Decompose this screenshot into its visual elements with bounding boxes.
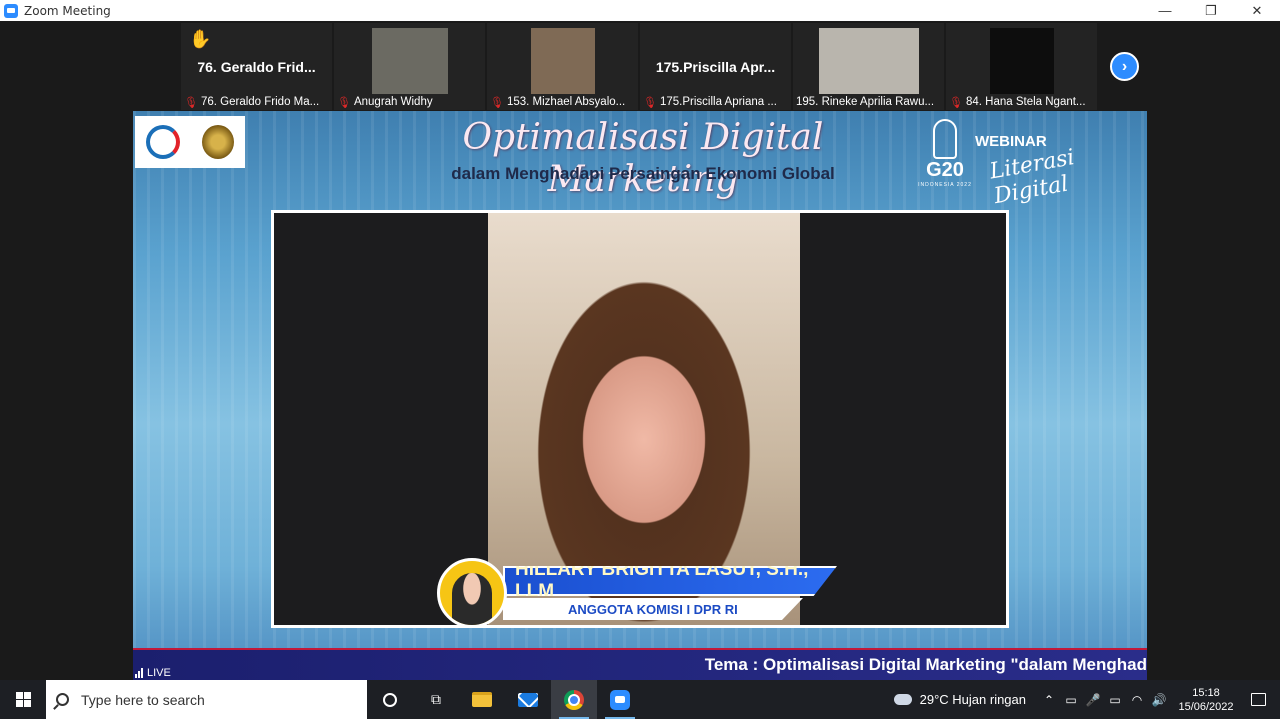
- participant-tile[interactable]: 🎙 153. Mizhael Absyalo...: [487, 23, 638, 110]
- close-button[interactable]: ✕: [1234, 0, 1280, 21]
- live-label: LIVE: [147, 667, 171, 679]
- ticker-bar: Tema : Optimalisasi Digital Marketing "d…: [133, 648, 1147, 680]
- participant-label: 🎙 84. Hana Stela Ngant...: [949, 94, 1094, 110]
- participant-label-text: 76. Geraldo Frido Ma...: [200, 96, 320, 108]
- mail-button[interactable]: [505, 680, 551, 719]
- taskbar-clock[interactable]: 15:18 15/06/2022: [1176, 686, 1236, 714]
- next-page-button[interactable]: ›: [1110, 52, 1139, 81]
- wifi-icon[interactable]: ◠: [1126, 693, 1148, 707]
- banner-headline: Optimalisasi Digital Marketing: [462, 117, 824, 200]
- live-indicator: LIVE: [135, 665, 171, 680]
- mail-icon: [518, 692, 538, 707]
- kominfo-logo-icon: [146, 125, 180, 159]
- meet-now-icon[interactable]: ▭: [1060, 693, 1082, 707]
- window-title: Zoom Meeting: [24, 3, 111, 18]
- chrome-button[interactable]: [551, 680, 597, 719]
- folder-icon: [472, 692, 492, 707]
- task-view-icon: ⧉: [431, 691, 441, 707]
- participant-tile[interactable]: ✋ 76. Geraldo Frid... 🎙 76. Geraldo Frido…: [181, 23, 332, 110]
- dpr-emblem-icon: [202, 125, 234, 159]
- participant-video: [530, 28, 595, 94]
- signal-bars-icon: [135, 668, 143, 678]
- participant-tile[interactable]: 195. Rineke Aprilia Rawu...: [793, 23, 944, 110]
- title-bar: Zoom Meeting — ❐ ✕: [0, 0, 1280, 21]
- participant-strip: ✋ 76. Geraldo Frid... 🎙 76. Geraldo Frido…: [181, 23, 1097, 110]
- participant-video: [989, 28, 1054, 94]
- participant-name-large: 76. Geraldo Frid...: [197, 59, 316, 75]
- restore-button[interactable]: ❐: [1188, 0, 1234, 21]
- participant-label-text: 153. Mizhael Absyalo...: [506, 96, 626, 108]
- task-view-button[interactable]: ⧉: [413, 680, 459, 719]
- participant-label: 🎙 175.Priscilla Apriana ...: [643, 94, 788, 110]
- participant-tile[interactable]: 🎙 84. Hana Stela Ngant...: [946, 23, 1097, 110]
- participant-label: 🎙 76. Geraldo Frido Ma...: [184, 94, 329, 110]
- zoom-icon: [610, 689, 630, 710]
- cortana-button[interactable]: [367, 680, 413, 719]
- muted-mic-icon: 🎙: [337, 96, 351, 109]
- notification-icon: [1250, 693, 1266, 706]
- taskbar-search[interactable]: Type here to search: [46, 680, 367, 719]
- muted-mic-icon: 🎙: [184, 96, 198, 109]
- g20-emblem-icon: [933, 119, 957, 159]
- search-placeholder: Type here to search: [81, 691, 205, 708]
- speaker-role: ANGGOTA KOMISI I DPR RI: [503, 598, 803, 620]
- g20-subtext: INDONESIA 2022: [918, 182, 972, 188]
- zoom-taskbar-button[interactable]: [597, 680, 643, 719]
- volume-icon[interactable]: 🔊: [1148, 693, 1170, 707]
- raised-hand-icon: ✋: [189, 29, 212, 49]
- rain-cloud-icon: [893, 694, 912, 705]
- participant-label: 195. Rineke Aprilia Rawu...: [796, 94, 941, 110]
- window-controls: — ❐ ✕: [1142, 0, 1280, 21]
- clock-time: 15:18: [1192, 686, 1220, 699]
- chevron-up-icon[interactable]: ⌃: [1038, 693, 1060, 707]
- chrome-icon: [564, 689, 584, 710]
- speaker-avatar: [437, 558, 507, 628]
- participant-tile[interactable]: 175.Priscilla Apr... 🎙 175.Priscilla Apri…: [640, 23, 791, 110]
- meeting-area: ✋ 76. Geraldo Frid... 🎙 76. Geraldo Frido…: [0, 21, 1280, 680]
- participant-video: [371, 28, 448, 94]
- weather-text: 29°C Hujan ringan: [919, 692, 1026, 707]
- g20-logo: G20 INDONESIA 2022: [917, 119, 973, 188]
- participant-label-text: 84. Hana Stela Ngant...: [965, 96, 1086, 108]
- windows-taskbar: Type here to search ⧉ 29°C Hujan ringan …: [0, 680, 1280, 719]
- participant-label: 🎙 153. Mizhael Absyalo...: [490, 94, 635, 110]
- participant-tile[interactable]: 🎙 Anugrah Widhy: [334, 23, 485, 110]
- participant-label: 🎙 Anugrah Widhy: [337, 94, 482, 110]
- active-speaker-video: Optimalisasi Digital Marketing dalam Men…: [133, 111, 1147, 680]
- file-explorer-button[interactable]: [459, 680, 505, 719]
- participant-label-text: 175.Priscilla Apriana ...: [659, 96, 777, 108]
- search-icon: [56, 693, 69, 706]
- muted-mic-icon: 🎙: [490, 96, 504, 109]
- ticker-text: Tema : Optimalisasi Digital Marketing "d…: [704, 655, 1147, 674]
- participant-label-text: 195. Rineke Aprilia Rawu...: [796, 96, 935, 108]
- sponsor-logos: [135, 116, 245, 168]
- participant-name-large: 175.Priscilla Apr...: [655, 59, 776, 75]
- system-tray: 29°C Hujan ringan ⌃ ▭ 🎤 ▭ ◠ 🔊 15:18 15/0…: [893, 680, 1280, 719]
- windows-logo-icon: [15, 692, 31, 707]
- zoom-app-icon: [4, 3, 18, 18]
- participant-video: [818, 28, 919, 94]
- clock-date: 15/06/2022: [1178, 700, 1234, 713]
- g20-text: G20: [926, 159, 964, 181]
- participant-label-text: Anugrah Widhy: [353, 96, 433, 108]
- speaker-name: HILLARY BRIGITTA LASUT, S.H., LLM: [503, 566, 837, 596]
- start-button[interactable]: [0, 680, 46, 719]
- battery-icon[interactable]: ▭: [1104, 693, 1126, 707]
- chevron-right-icon: ›: [1121, 57, 1128, 75]
- cortana-icon: [383, 692, 397, 707]
- microphone-icon[interactable]: 🎤: [1082, 693, 1104, 707]
- weather-widget[interactable]: 29°C Hujan ringan: [893, 692, 1026, 707]
- muted-mic-icon: 🎙: [643, 96, 657, 109]
- banner-subhead: dalam Menghadapi Persaingan Ekonomi Glob…: [451, 164, 835, 183]
- webinar-label: WEBINAR: [975, 133, 1047, 150]
- notification-center-button[interactable]: [1236, 680, 1280, 719]
- speaker-nameplate: HILLARY BRIGITTA LASUT, S.H., LLM ANGGOT…: [437, 558, 837, 628]
- minimize-button[interactable]: —: [1142, 0, 1188, 21]
- muted-mic-icon: 🎙: [949, 96, 963, 109]
